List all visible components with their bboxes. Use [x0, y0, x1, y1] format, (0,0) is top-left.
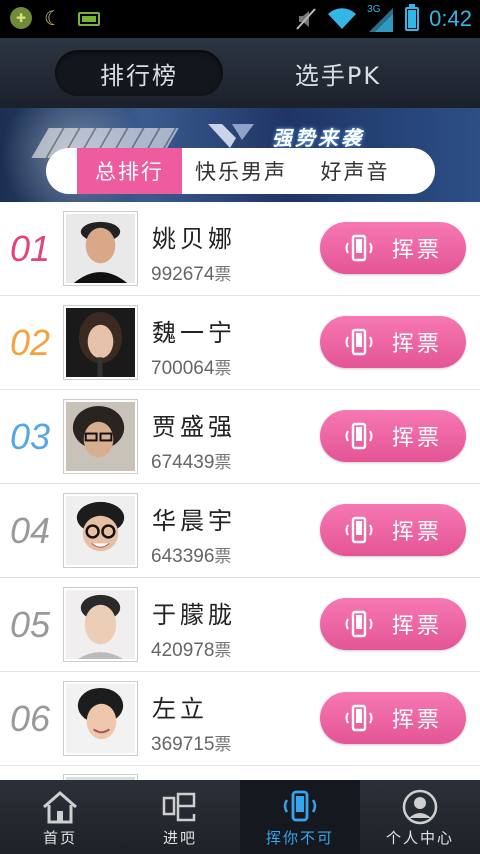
segment-good-voice[interactable]: 好声音 — [300, 148, 410, 194]
tab-player-pk[interactable]: 选手PK — [254, 50, 422, 96]
vote-unit: 票 — [214, 265, 232, 284]
vote-count: 700064票 — [151, 354, 231, 380]
vote-button[interactable]: 挥票 — [320, 410, 466, 462]
vote-number: 643396 — [151, 546, 215, 567]
forum-icon — [162, 792, 196, 822]
vote-unit: 票 — [214, 547, 232, 566]
rank-number: 06 — [10, 698, 51, 739]
vote-unit: 票 — [214, 735, 232, 754]
list-item[interactable]: 04 华晨宇 643396票 挥票 — [0, 484, 480, 578]
shake-phone-icon — [283, 790, 317, 822]
vote-number: 369715 — [151, 734, 215, 755]
nav-profile-label: 个人中心 — [385, 829, 454, 847]
nav-forum-label: 进吧 — [162, 829, 197, 847]
list-item-partial[interactable] — [0, 766, 480, 780]
battery-small-icon — [78, 12, 100, 26]
avatar[interactable] — [63, 493, 138, 568]
vote-button[interactable]: 挥票 — [320, 316, 466, 368]
vote-button-label: 挥票 — [391, 614, 442, 639]
bottom-navigation: 首页 进吧 挥你不可 个人中心 — [0, 780, 480, 854]
contestant-name: 魏一宁 — [152, 319, 236, 347]
shake-phone-icon — [345, 328, 373, 356]
contestant-name: 左立 — [152, 695, 208, 723]
vote-button[interactable]: 挥票 — [320, 692, 466, 744]
avatar[interactable] — [63, 305, 138, 380]
vote-number: 992674 — [151, 264, 215, 285]
segment-total-ranking[interactable]: 总排行 — [77, 148, 182, 194]
app-icon: ✚ — [10, 7, 32, 29]
vote-unit: 票 — [214, 359, 232, 378]
home-icon — [43, 791, 77, 824]
user-icon — [402, 789, 438, 825]
avatar[interactable] — [63, 681, 138, 756]
avatar[interactable] — [63, 211, 138, 286]
status-bar: ✚ ☾ 3G 0:42 — [0, 0, 480, 38]
shake-phone-icon — [345, 422, 373, 450]
vote-count: 992674票 — [151, 260, 231, 286]
header-tabs: 排行榜 选手PK — [0, 38, 480, 108]
vote-count: 643396票 — [151, 542, 231, 568]
vote-button-label: 挥票 — [391, 238, 442, 263]
battery-icon — [405, 4, 420, 31]
clock: 0:42 — [429, 6, 472, 31]
avatar[interactable] — [63, 399, 138, 474]
rank-number: 05 — [10, 604, 51, 645]
mute-icon — [296, 8, 316, 30]
vote-count: 369715票 — [151, 730, 231, 756]
banner-slogan: 强势来袭 — [272, 126, 364, 150]
rank-number: 01 — [10, 228, 51, 269]
ranking-list[interactable]: 01 姚贝娜 992674票 挥票 02 魏一宁 700064票 挥票 03 贾… — [0, 202, 480, 780]
list-item[interactable]: 02 魏一宁 700064票 挥票 — [0, 296, 480, 390]
nav-profile[interactable]: 个人中心 — [360, 780, 480, 854]
rank-number: 03 — [10, 416, 51, 457]
nav-forum[interactable]: 进吧 — [120, 780, 240, 854]
vote-button-label: 挥票 — [391, 708, 442, 733]
vote-button-label: 挥票 — [391, 332, 442, 357]
list-item[interactable]: 01 姚贝娜 992674票 挥票 — [0, 202, 480, 296]
vote-number: 700064 — [151, 358, 215, 379]
vote-button-label: 挥票 — [391, 426, 442, 451]
vote-button[interactable]: 挥票 — [320, 598, 466, 650]
contestant-name: 华晨宇 — [152, 507, 236, 535]
avatar[interactable] — [63, 587, 138, 662]
list-item[interactable]: 06 左立 369715票 挥票 — [0, 672, 480, 766]
wifi-icon — [328, 8, 357, 30]
contestant-name: 姚贝娜 — [152, 225, 236, 253]
nav-shake-vote-label: 挥你不可 — [265, 829, 334, 847]
nav-home-label: 首页 — [42, 829, 77, 847]
vote-button-label: 挥票 — [391, 520, 442, 545]
nav-home[interactable]: 首页 — [0, 780, 120, 854]
vote-button[interactable]: 挥票 — [320, 222, 466, 274]
vote-count: 674439票 — [151, 448, 231, 474]
vote-unit: 票 — [214, 453, 232, 472]
show-logo-icon — [208, 124, 254, 148]
nav-shake-vote[interactable]: 挥你不可 — [240, 780, 360, 854]
contestant-name: 于朦胧 — [152, 601, 236, 629]
moon-icon: ☾ — [44, 6, 62, 30]
vote-unit: 票 — [214, 641, 232, 660]
list-item[interactable]: 03 贾盛强 674439票 挥票 — [0, 390, 480, 484]
category-segmented-control: 总排行 快乐男声 好声音 — [46, 148, 435, 194]
signal-icon: 3G — [367, 4, 395, 32]
contestant-name: 贾盛强 — [152, 413, 236, 441]
shake-phone-icon — [345, 234, 373, 262]
banner: 强势来袭 总排行 快乐男声 好声音 — [0, 108, 480, 202]
segment-happy-boys[interactable]: 快乐男声 — [182, 148, 300, 194]
shake-phone-icon — [345, 610, 373, 638]
shake-phone-icon — [345, 516, 373, 544]
rank-number: 04 — [10, 510, 51, 551]
list-item[interactable]: 05 于朦胧 420978票 挥票 — [0, 578, 480, 672]
vote-button[interactable]: 挥票 — [320, 504, 466, 556]
tab-ranking[interactable]: 排行榜 — [55, 50, 223, 96]
rank-number: 02 — [10, 322, 51, 363]
shake-phone-icon — [345, 704, 373, 732]
vote-number: 674439 — [151, 452, 215, 473]
vote-number: 420978 — [151, 640, 215, 661]
vote-count: 420978票 — [151, 636, 231, 662]
